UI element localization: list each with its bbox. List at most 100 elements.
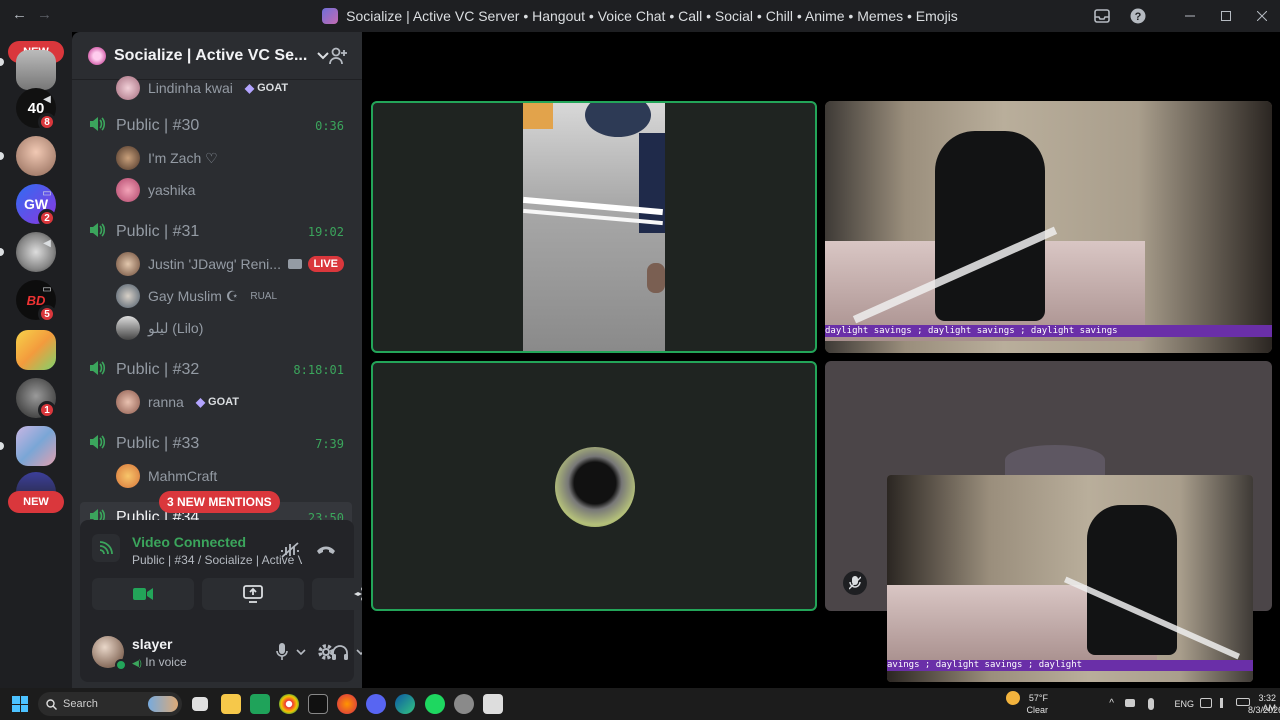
- voice-user[interactable]: Justin 'JDawg' Reni... LIVE: [116, 250, 352, 278]
- title-bar-controls: ?: [1084, 0, 1280, 32]
- speaker-icon: ◀): [132, 658, 142, 668]
- user-name: Lindinha kwai: [148, 80, 233, 96]
- diamond-icon: ◆: [244, 81, 255, 95]
- avatar: [116, 284, 140, 308]
- channel-timer: 7:39: [315, 437, 344, 451]
- user-name: Gay Muslim ☪: [148, 287, 239, 304]
- settings-icon[interactable]: [454, 694, 474, 714]
- firefox-icon[interactable]: [337, 694, 357, 714]
- avatar: [555, 447, 635, 527]
- server-icon-9[interactable]: [16, 426, 56, 466]
- user-name[interactable]: slayer: [132, 636, 172, 652]
- microphone-icon[interactable]: [270, 640, 294, 664]
- close-icon[interactable]: [1244, 0, 1280, 32]
- voice-channel-33[interactable]: Public | #33 7:39: [80, 428, 352, 460]
- user-name: MahmCraft: [148, 468, 218, 484]
- file-explorer-icon[interactable]: [221, 694, 241, 714]
- audio-app-icon[interactable]: [308, 694, 328, 714]
- chevron-down-icon[interactable]: [294, 640, 308, 664]
- minimize-icon[interactable]: [1172, 0, 1208, 32]
- weather-desc[interactable]: Clear: [1026, 705, 1048, 715]
- new-mentions-pill[interactable]: 3 NEW MENTIONS: [159, 491, 280, 513]
- server-icon-7[interactable]: [16, 330, 56, 370]
- noise-suppression-icon[interactable]: [278, 538, 302, 562]
- stream-overlay-text: avings ; daylight savings ; daylight: [887, 660, 1253, 671]
- add-member-icon[interactable]: [328, 46, 348, 66]
- voice-channel-30[interactable]: Public | #30 0:36: [80, 110, 352, 142]
- voice-user[interactable]: ranna ◆ GOAT: [116, 388, 352, 416]
- title-bar: ← → Socialize | Active VC Server • Hango…: [0, 0, 1280, 32]
- mention-badge: 1: [38, 401, 56, 419]
- channel-timer: 19:02: [307, 225, 344, 239]
- video-tile-3[interactable]: [371, 361, 817, 611]
- new-unreads-bottom-pill[interactable]: NEW: [8, 491, 64, 513]
- voice-user[interactable]: Lindinha kwai ◆ GOAT: [116, 74, 352, 102]
- voice-user[interactable]: لیلو (Lilo): [116, 314, 352, 342]
- voice-user[interactable]: Gay Muslim ☪ RUAL: [116, 282, 352, 310]
- voice-user[interactable]: I'm Zach ♡: [116, 144, 352, 172]
- voice-status-title[interactable]: Video Connected: [132, 534, 246, 550]
- edge-icon[interactable]: [395, 694, 415, 714]
- speaker-icon: [88, 434, 112, 455]
- chrome-icon[interactable]: [279, 694, 299, 714]
- user-name: yashika: [148, 182, 196, 198]
- window-title-text: Socialize | Active VC Server • Hangout •…: [346, 8, 958, 24]
- voice-user[interactable]: yashika: [116, 176, 352, 204]
- chevron-down-icon[interactable]: [354, 640, 362, 664]
- app-icon-generic[interactable]: [483, 694, 503, 714]
- task-view-icon[interactable]: [192, 697, 208, 711]
- svg-text:?: ?: [1135, 11, 1142, 23]
- chevron-up-icon[interactable]: ^: [1109, 698, 1114, 709]
- network-icon[interactable]: [1200, 698, 1212, 708]
- unread-indicator: [0, 442, 4, 450]
- video-tile-1[interactable]: [371, 101, 817, 353]
- server-icon: [322, 8, 339, 24]
- windows-start-icon[interactable]: [12, 696, 28, 712]
- avatar: [116, 390, 140, 414]
- volume-icon[interactable]: [1220, 698, 1230, 708]
- voice-connected-panel: Video Connected Public | #34 / Socialize…: [80, 520, 362, 622]
- screen-icon: ▭: [42, 283, 52, 295]
- unread-indicator: [0, 152, 4, 160]
- camera-button[interactable]: [92, 578, 194, 610]
- voice-channel-32[interactable]: Public | #32 8:18:01: [80, 354, 352, 386]
- server-icon-1[interactable]: [16, 50, 56, 90]
- video-tile-2[interactable]: daylight savings ; daylight savings ; da…: [825, 101, 1272, 353]
- speaker-icon: [88, 116, 112, 137]
- taskbar-search[interactable]: Search: [38, 692, 182, 716]
- app-icon-green[interactable]: [250, 694, 270, 714]
- activities-button[interactable]: [312, 578, 362, 610]
- speaker-icon: [88, 222, 112, 243]
- screen-share-button[interactable]: [202, 578, 304, 610]
- pip-stream[interactable]: avings ; daylight savings ; daylight: [887, 475, 1253, 682]
- voice-user[interactable]: MahmCraft: [116, 462, 352, 490]
- help-icon[interactable]: ?: [1120, 0, 1156, 32]
- inbox-icon[interactable]: [1084, 0, 1120, 32]
- voice-channel-31[interactable]: Public | #31 19:02: [80, 216, 352, 248]
- unread-indicator: [0, 248, 4, 256]
- server-header[interactable]: Socialize | Active VC Se...: [72, 32, 362, 80]
- language-indicator[interactable]: ENG: [1174, 699, 1194, 709]
- goat-tag: ◆ GOAT: [244, 81, 289, 95]
- weather-temp[interactable]: 57°F: [1029, 693, 1048, 703]
- channel-sidebar: Socialize | Active VC Se... Lindinha kwa…: [72, 32, 362, 688]
- avatar: [116, 464, 140, 488]
- voice-status-subtitle[interactable]: Public | #34 / Socialize | Active VC Se.…: [132, 553, 302, 567]
- video-stage: daylight savings ; daylight savings ; da…: [362, 32, 1280, 688]
- user-status: ◀) In voice: [132, 655, 187, 669]
- server-icon-3[interactable]: [16, 136, 56, 176]
- microphone-tray-icon[interactable]: [1148, 698, 1154, 710]
- clock-date[interactable]: 8/3/2026: [1248, 705, 1280, 715]
- connection-signal-icon[interactable]: [92, 534, 120, 562]
- disconnect-icon[interactable]: [314, 538, 338, 562]
- spotify-icon[interactable]: [425, 694, 445, 714]
- unread-indicator: [0, 58, 4, 66]
- settings-gear-icon[interactable]: [314, 640, 338, 664]
- maximize-icon[interactable]: [1208, 0, 1244, 32]
- discord-icon[interactable]: [366, 694, 386, 714]
- goat-tag: ◆ GOAT: [195, 395, 240, 409]
- server-name: Socialize | Active VC Se...: [114, 46, 308, 64]
- mention-badge: 2: [38, 209, 56, 227]
- video-camera-icon: [288, 259, 302, 269]
- cloud-icon[interactable]: [1125, 699, 1135, 707]
